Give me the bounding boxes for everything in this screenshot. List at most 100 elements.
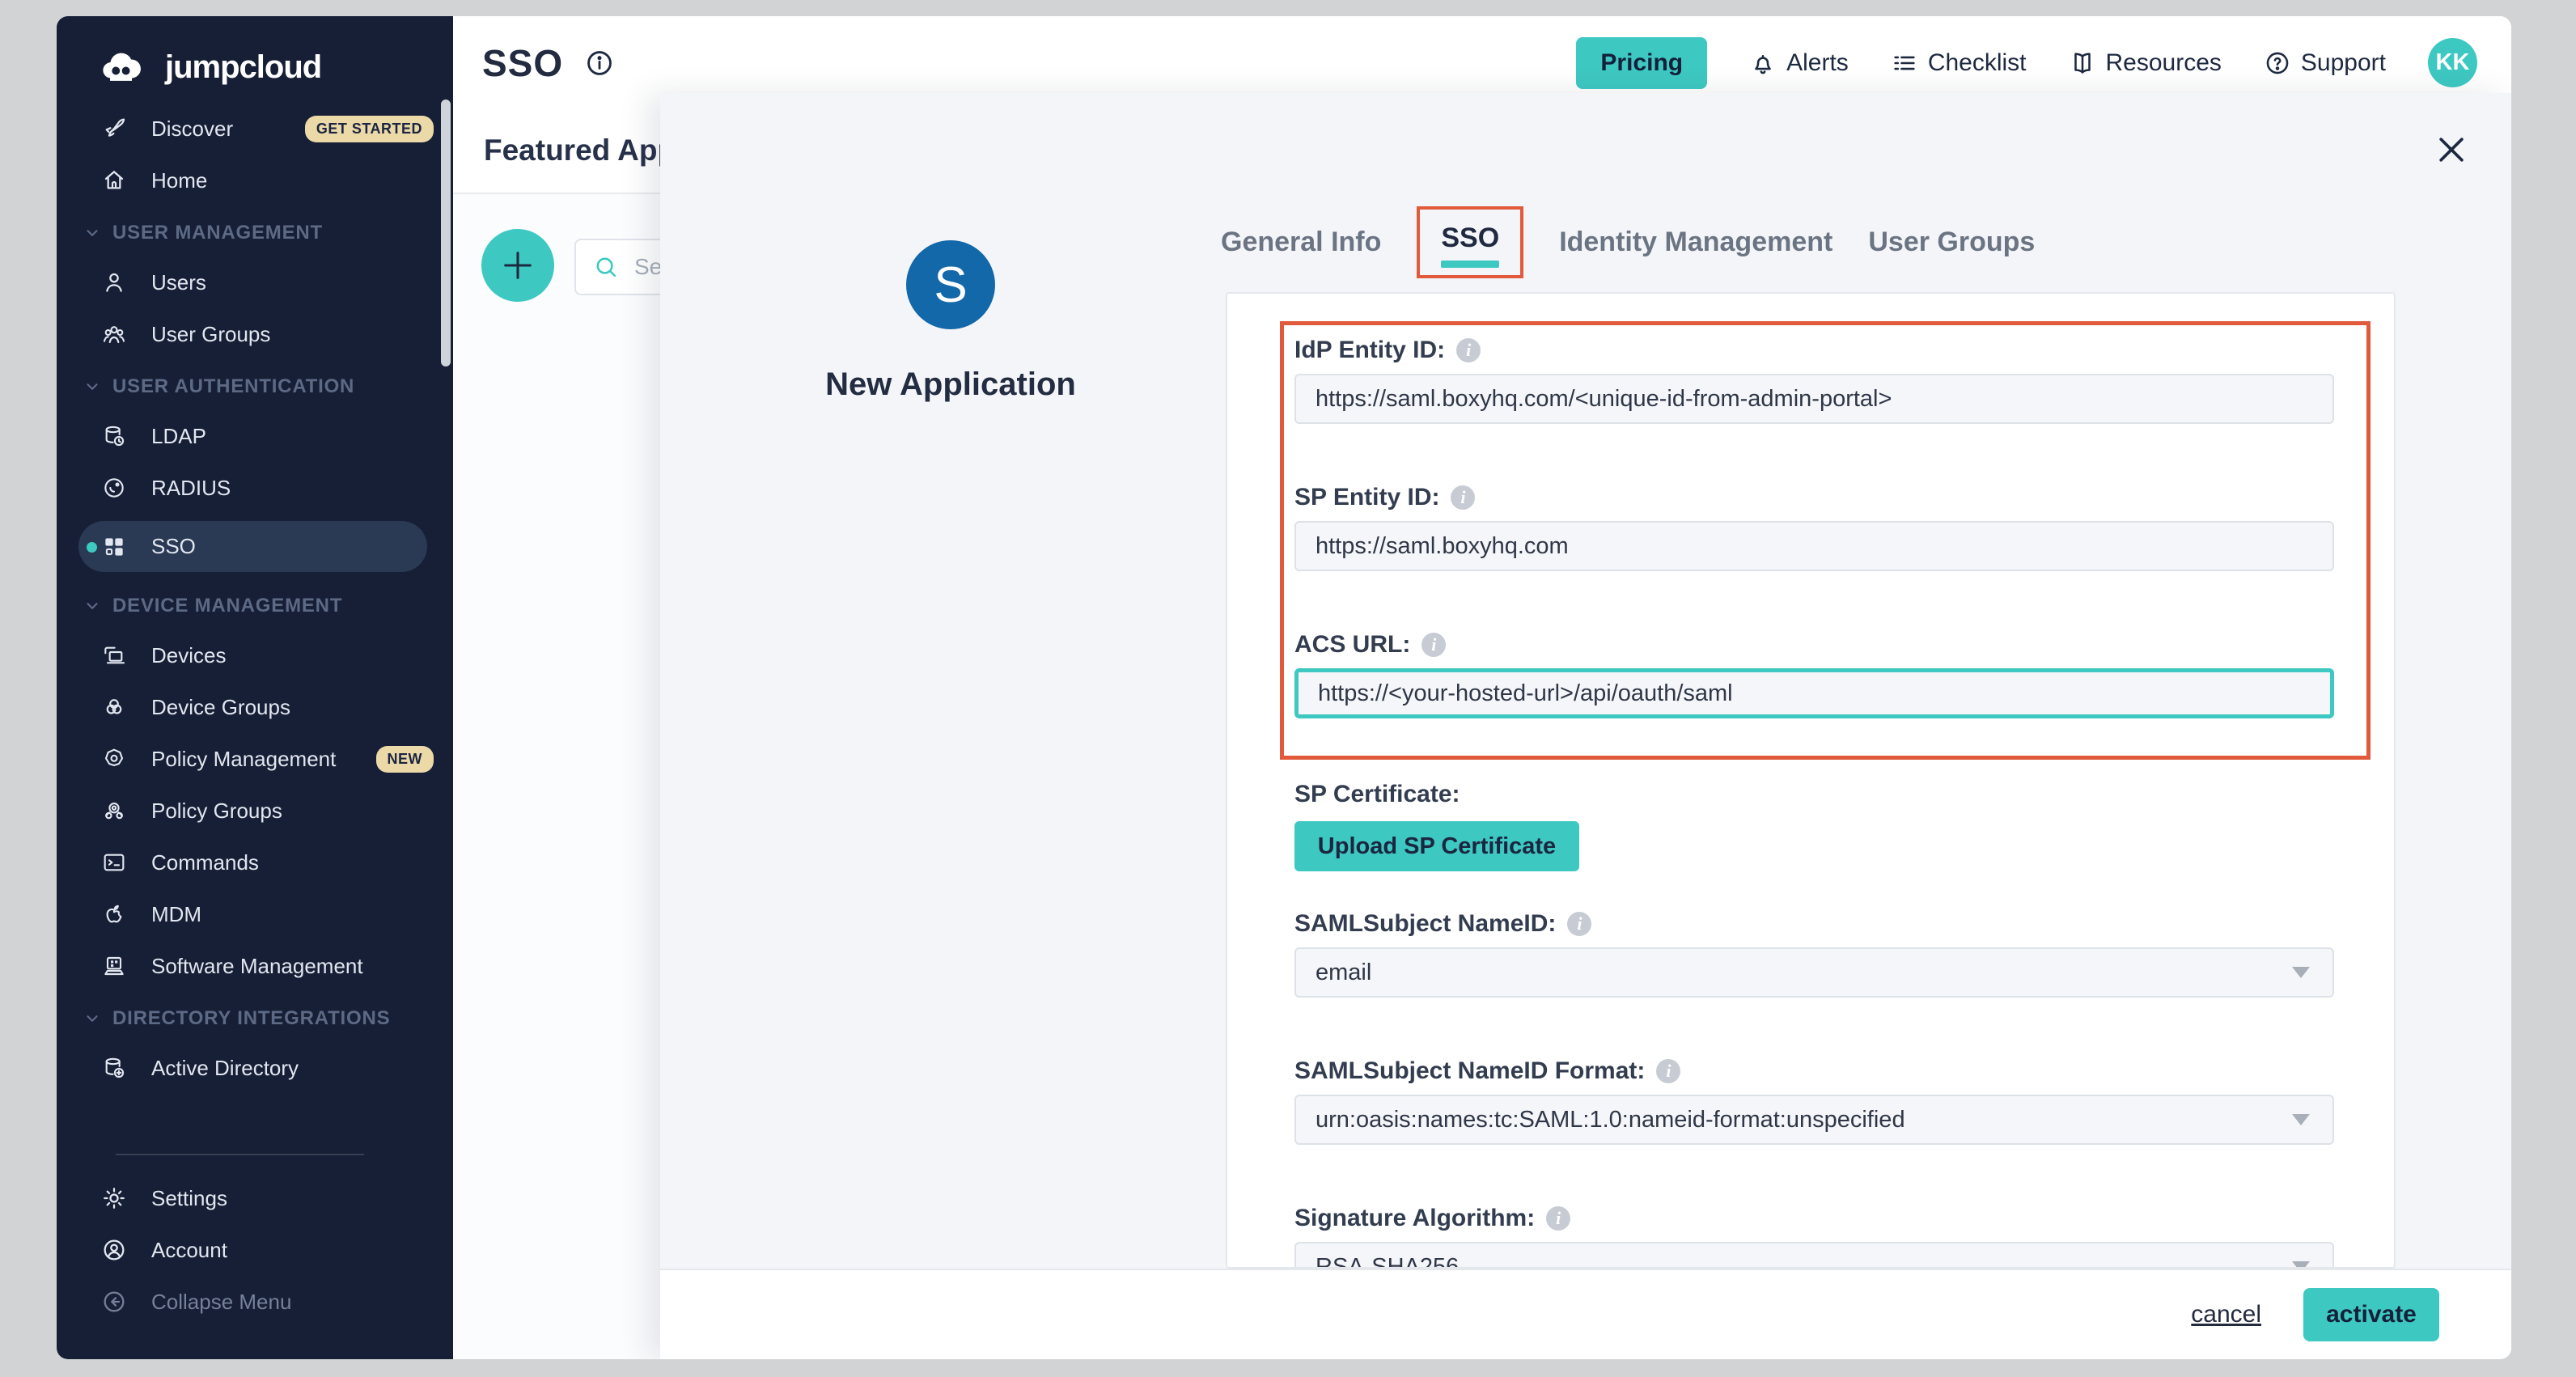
field-label: SP Entity ID: — [1294, 484, 1439, 511]
sidebar-item-commands[interactable]: Commands — [57, 844, 453, 881]
pricing-button[interactable]: Pricing — [1576, 37, 1707, 89]
section-header-directory-integrations[interactable]: DIRECTORY INTEGRATIONS — [57, 1007, 453, 1030]
active-indicator-dot — [87, 542, 97, 553]
add-application-button[interactable] — [481, 229, 554, 302]
section-header-label: DIRECTORY INTEGRATIONS — [112, 1007, 390, 1030]
sidebar-item-devices[interactable]: Devices — [57, 637, 453, 674]
sidebar: jumpcloud Discover GET STARTED — [57, 16, 453, 1359]
alerts-button[interactable]: Alerts — [1749, 49, 1849, 77]
book-icon — [2069, 49, 2096, 77]
sidebar-item-label: Home — [151, 168, 207, 193]
alerts-label: Alerts — [1786, 49, 1849, 77]
sidebar-item-label: Users — [151, 270, 206, 295]
field-label: SAMLSubject NameID: — [1294, 910, 1556, 938]
home-icon — [101, 167, 127, 193]
info-icon[interactable]: i — [1456, 338, 1481, 362]
checklist-icon — [1891, 49, 1918, 77]
select-value: RSA-SHA256 — [1316, 1254, 1459, 1269]
logo-text: jumpcloud — [165, 49, 321, 86]
sidebar-item-label: SSO — [151, 534, 196, 559]
activate-button[interactable]: activate — [2303, 1288, 2439, 1341]
support-button[interactable]: Support — [2264, 49, 2386, 77]
nameid-format-select[interactable]: urn:oasis:names:tc:SAML:1.0:nameid-forma… — [1294, 1095, 2334, 1145]
sidebar-item-ldap[interactable]: LDAP — [57, 417, 453, 455]
checklist-label: Checklist — [1928, 49, 2027, 77]
sidebar-item-home[interactable]: Home — [57, 162, 453, 199]
tab-identity-management[interactable]: Identity Management — [1559, 227, 1832, 258]
sidebar-item-label: Devices — [151, 643, 226, 668]
caret-down-icon — [2292, 967, 2310, 978]
info-icon[interactable]: i — [1451, 485, 1475, 510]
sidebar-item-policy-management[interactable]: Policy Management NEW — [57, 740, 453, 777]
sidebar-item-label: LDAP — [151, 424, 206, 449]
sidebar-item-label: Policy Management — [151, 747, 336, 772]
sidebar-item-collapse-menu[interactable]: Collapse Menu — [57, 1283, 453, 1320]
tab-sso[interactable]: SSO — [1417, 206, 1523, 278]
policy-groups-icon — [101, 798, 127, 824]
question-circle-icon — [2264, 49, 2291, 77]
tab-general-info[interactable]: General Info — [1221, 227, 1381, 258]
sidebar-item-label: User Groups — [151, 322, 270, 347]
sp-certificate-field: SP Certificate: Upload SP Certificate — [1294, 781, 2394, 871]
acs-url-input[interactable] — [1294, 668, 2334, 718]
section-header-user-authentication[interactable]: USER AUTHENTICATION — [57, 375, 453, 398]
sidebar-item-label: Discover — [151, 117, 233, 142]
cancel-button[interactable]: cancel — [2191, 1301, 2261, 1328]
policy-management-icon — [101, 746, 127, 772]
sidebar-scrollbar[interactable] — [441, 100, 451, 366]
user-groups-icon — [101, 321, 127, 347]
info-icon[interactable]: i — [1421, 633, 1446, 657]
info-icon[interactable] — [584, 48, 615, 78]
field-label: Signature Algorithm: — [1294, 1205, 1535, 1232]
sidebar-item-users[interactable]: Users — [57, 264, 453, 301]
sidebar-item-software-management[interactable]: Software Management — [57, 947, 453, 985]
devices-icon — [101, 642, 127, 668]
app-window: jumpcloud Discover GET STARTED — [57, 16, 2511, 1359]
field-label: IdP Entity ID: — [1294, 337, 1445, 364]
screen: jumpcloud Discover GET STARTED — [0, 0, 2576, 1377]
sidebar-item-mdm[interactable]: MDM — [57, 896, 453, 933]
upload-sp-certificate-button[interactable]: Upload SP Certificate — [1294, 821, 1579, 871]
section-header-device-management[interactable]: DEVICE MANAGEMENT — [57, 595, 453, 617]
new-application-panel: S New Application General Info SSO Ident… — [660, 93, 2511, 1359]
sidebar-item-label: Active Directory — [151, 1056, 299, 1081]
caret-down-icon — [2292, 1114, 2310, 1125]
avatar[interactable]: KK — [2428, 38, 2477, 87]
idp-entity-input[interactable] — [1294, 374, 2334, 424]
plus-icon — [499, 247, 536, 284]
info-icon[interactable]: i — [1567, 912, 1591, 936]
tab-user-groups[interactable]: User Groups — [1868, 227, 2035, 258]
sidebar-item-account[interactable]: Account — [57, 1231, 453, 1269]
sidebar-item-radius[interactable]: RADIUS — [57, 469, 453, 506]
apple-icon — [101, 901, 127, 927]
chevron-down-icon — [83, 1010, 101, 1027]
signature-algorithm-select[interactable]: RSA-SHA256 — [1294, 1242, 2334, 1269]
highlighted-field-group: IdP Entity ID: i SP Entity ID: i ACS URL… — [1280, 321, 2371, 760]
checklist-button[interactable]: Checklist — [1891, 49, 2027, 77]
idp-entity-field: IdP Entity ID: i — [1294, 337, 2366, 424]
sidebar-item-active-directory[interactable]: Active Directory — [57, 1049, 453, 1087]
nameid-label-row: SAMLSubject NameID: i — [1294, 910, 2394, 938]
nameid-select[interactable]: email — [1294, 947, 2334, 998]
close-icon[interactable] — [2434, 132, 2469, 167]
gear-icon — [101, 1185, 127, 1211]
application-logo: S — [906, 240, 995, 329]
sidebar-item-sso[interactable]: SSO — [78, 521, 427, 572]
info-icon[interactable]: i — [1656, 1059, 1680, 1083]
sp-entity-input[interactable] — [1294, 521, 2334, 571]
sidebar-item-discover[interactable]: Discover GET STARTED — [57, 110, 453, 147]
sidebar-item-settings[interactable]: Settings — [57, 1180, 453, 1217]
sp-entity-label-row: SP Entity ID: i — [1294, 484, 2366, 511]
sidebar-item-label: MDM — [151, 902, 201, 927]
sp-entity-field: SP Entity ID: i — [1294, 484, 2366, 571]
sidebar-item-label: Account — [151, 1238, 227, 1263]
info-icon[interactable]: i — [1546, 1206, 1570, 1231]
sidebar-item-policy-groups[interactable]: Policy Groups — [57, 792, 453, 829]
sidebar-item-device-groups[interactable]: Device Groups — [57, 688, 453, 726]
section-header-user-management[interactable]: USER MANAGEMENT — [57, 222, 453, 244]
sidebar-item-user-groups[interactable]: User Groups — [57, 316, 453, 353]
section-header-label: USER AUTHENTICATION — [112, 375, 354, 398]
sp-certificate-label-row: SP Certificate: — [1294, 781, 2394, 808]
resources-button[interactable]: Resources — [2069, 49, 2222, 77]
panel-footer: cancel activate — [660, 1269, 2511, 1359]
